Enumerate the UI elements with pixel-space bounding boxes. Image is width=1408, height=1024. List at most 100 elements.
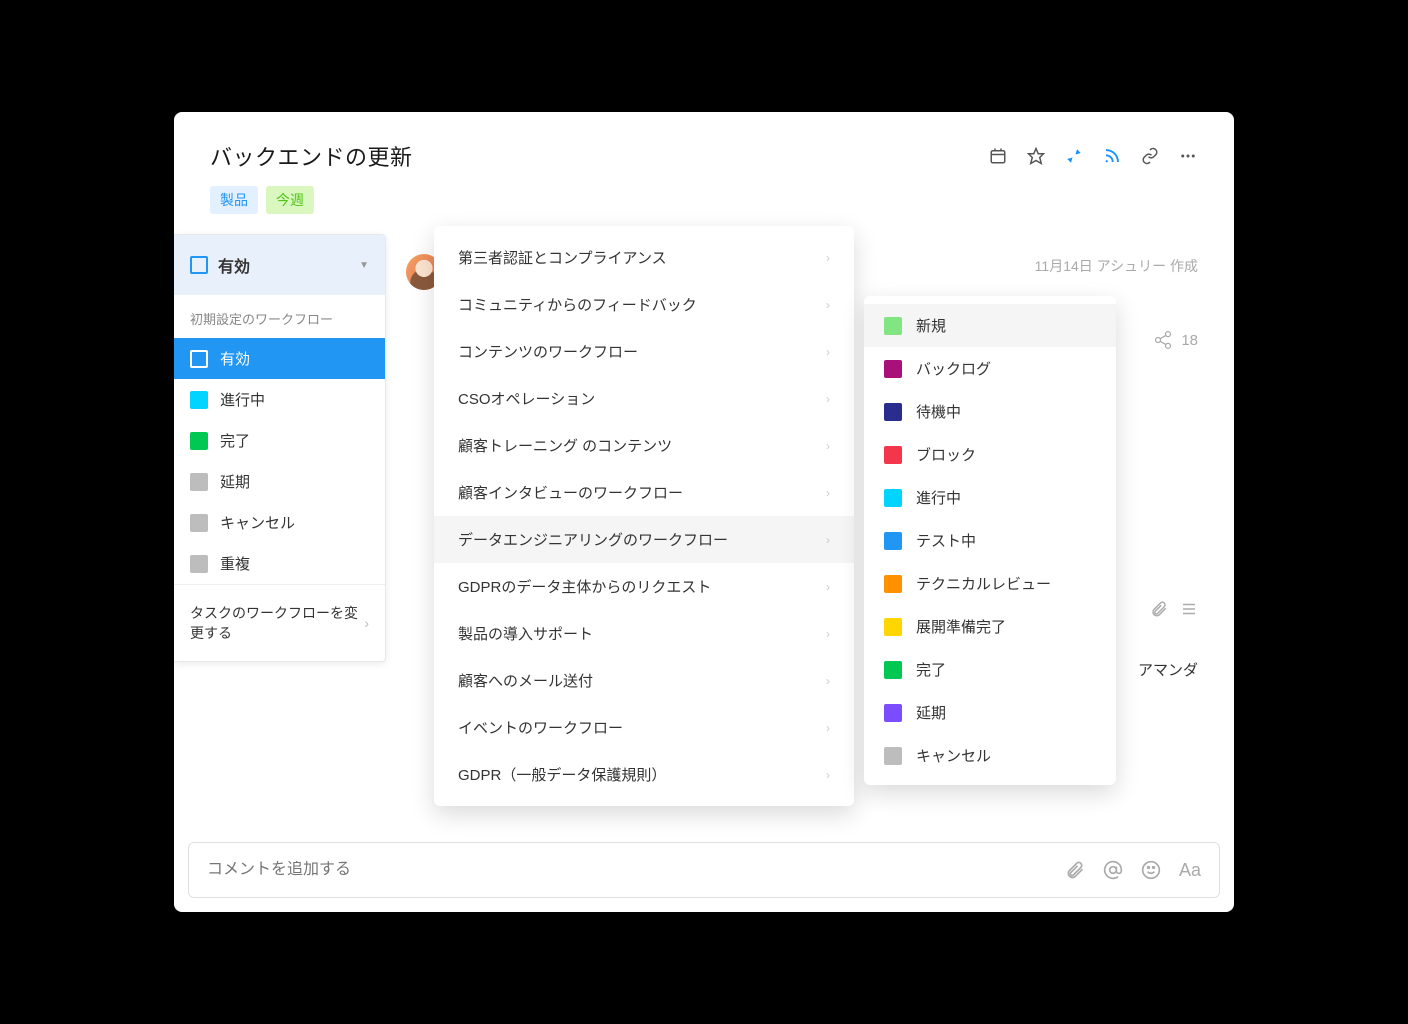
workflow-menu-item[interactable]: 顧客へのメール送付 › bbox=[434, 657, 854, 704]
content-area: 有効 ▼ 初期設定のワークフロー 有効進行中完了延期キャンセル重複 タスクのワー… bbox=[174, 234, 1234, 912]
assignee-name[interactable]: アマンダ bbox=[1138, 659, 1198, 680]
status-color-icon bbox=[884, 618, 902, 636]
comment-bar: Aa bbox=[188, 842, 1220, 898]
chevron-right-icon: › bbox=[826, 486, 830, 500]
status-submenu-item[interactable]: キャンセル bbox=[864, 734, 1116, 777]
calendar-icon[interactable] bbox=[988, 146, 1008, 166]
chevron-right-icon: › bbox=[826, 674, 830, 688]
status-submenu-item[interactable]: 展開準備完了 bbox=[864, 605, 1116, 648]
submenu-item-label: 進行中 bbox=[916, 487, 961, 508]
header: バックエンドの更新 製品 今週 bbox=[174, 112, 1234, 234]
status-submenu-item[interactable]: バックログ bbox=[864, 347, 1116, 390]
workflow-item-label: コミュニティからのフィードバック bbox=[458, 294, 697, 315]
workflow-menu-item[interactable]: 顧客インタビューのワークフロー› bbox=[434, 469, 854, 516]
workflow-item-label: 顧客トレーニング のコンテンツ bbox=[458, 435, 672, 456]
comment-icons: Aa bbox=[1065, 860, 1201, 881]
rss-icon[interactable] bbox=[1102, 146, 1122, 166]
chevron-right-icon: › bbox=[826, 298, 830, 312]
text-format-icon[interactable]: Aa bbox=[1179, 860, 1201, 881]
status-submenu-item[interactable]: 進行中 bbox=[864, 476, 1116, 519]
status-submenu: 新規バックログ待機中ブロック進行中テスト中テクニカルレビュー展開準備完了完了延期… bbox=[864, 296, 1116, 785]
status-submenu-item[interactable]: ブロック bbox=[864, 433, 1116, 476]
list-icon[interactable] bbox=[1180, 600, 1198, 618]
workflow-menu-item[interactable]: イベントのワークフロー› bbox=[434, 704, 854, 751]
status-color-icon bbox=[884, 446, 902, 464]
pin-icon[interactable] bbox=[1064, 146, 1084, 166]
status-item[interactable]: 重複 bbox=[174, 543, 385, 584]
workflow-menu-item[interactable]: コンテンツのワークフロー › bbox=[434, 328, 854, 375]
status-item[interactable]: 完了 bbox=[174, 420, 385, 461]
workflow-item-label: コンテンツのワークフロー bbox=[458, 341, 638, 362]
chevron-right-icon: › bbox=[826, 345, 830, 359]
status-color-icon bbox=[190, 555, 208, 573]
status-submenu-item[interactable]: 延期 bbox=[864, 691, 1116, 734]
workflow-item-label: 第三者認証とコンプライアンス bbox=[458, 247, 667, 268]
attach-icon[interactable] bbox=[1065, 860, 1085, 881]
status-checkbox-icon bbox=[190, 256, 208, 274]
tag-thisweek[interactable]: 今週 bbox=[266, 186, 314, 214]
status-item[interactable]: 延期 bbox=[174, 461, 385, 502]
submenu-item-label: バックログ bbox=[916, 358, 991, 379]
status-panel: 有効 ▼ 初期設定のワークフロー 有効進行中完了延期キャンセル重複 タスクのワー… bbox=[174, 234, 386, 662]
change-workflow-button[interactable]: タスクのワークフローを変更する › bbox=[174, 584, 385, 661]
chevron-right-icon: › bbox=[364, 615, 369, 631]
status-submenu-item[interactable]: テクニカルレビュー bbox=[864, 562, 1116, 605]
workflow-menu-item[interactable]: 第三者認証とコンプライアンス› bbox=[434, 234, 854, 281]
submenu-item-label: テスト中 bbox=[916, 530, 976, 551]
status-color-icon bbox=[884, 532, 902, 550]
submenu-item-label: テクニカルレビュー bbox=[916, 573, 1051, 594]
status-color-icon bbox=[884, 661, 902, 679]
side-icons bbox=[1150, 600, 1198, 618]
workflow-item-label: 顧客へのメール送付 bbox=[458, 670, 593, 691]
submenu-item-label: 待機中 bbox=[916, 401, 961, 422]
status-current-label: 有効 bbox=[218, 253, 349, 277]
workflow-menu-item[interactable]: CSOオペレーション › bbox=[434, 375, 854, 422]
status-item[interactable]: 進行中 bbox=[174, 379, 385, 420]
status-submenu-item[interactable]: 待機中 bbox=[864, 390, 1116, 433]
status-submenu-item[interactable]: 新規 bbox=[864, 304, 1116, 347]
submenu-item-label: 完了 bbox=[916, 659, 946, 680]
app-window: バックエンドの更新 製品 今週 有効 ▼ 初期設定のワークフロー 有効進行中完了… bbox=[174, 112, 1234, 912]
chevron-down-icon: ▼ bbox=[359, 260, 369, 271]
workflow-menu-item[interactable]: GDPRのデータ主体からのリクエスト› bbox=[434, 563, 854, 610]
status-submenu-item[interactable]: テスト中 bbox=[864, 519, 1116, 562]
submenu-item-label: 新規 bbox=[916, 315, 946, 336]
share-count[interactable]: 18 bbox=[1153, 330, 1198, 350]
workflow-menu-item[interactable]: GDPR（一般データ保護規則）› bbox=[434, 751, 854, 798]
status-item-label: 延期 bbox=[220, 471, 250, 492]
workflow-menu-item[interactable]: 製品の導入サポート› bbox=[434, 610, 854, 657]
workflow-item-label: 製品の導入サポート bbox=[458, 623, 593, 644]
tag-product[interactable]: 製品 bbox=[210, 186, 258, 214]
status-color-icon bbox=[884, 317, 902, 335]
attachment-icon[interactable] bbox=[1150, 600, 1168, 618]
chevron-right-icon: › bbox=[826, 533, 830, 547]
header-left: バックエンドの更新 製品 今週 bbox=[210, 140, 413, 214]
chevron-right-icon: › bbox=[826, 580, 830, 594]
status-color-icon bbox=[884, 489, 902, 507]
status-item[interactable]: 有効 bbox=[174, 338, 385, 379]
status-color-icon bbox=[884, 403, 902, 421]
comment-input[interactable] bbox=[207, 861, 1065, 879]
chevron-right-icon: › bbox=[826, 392, 830, 406]
more-icon[interactable] bbox=[1178, 146, 1198, 166]
status-item-label: 進行中 bbox=[220, 389, 265, 410]
status-color-icon bbox=[190, 391, 208, 409]
submenu-item-label: 延期 bbox=[916, 702, 946, 723]
status-dropdown-trigger[interactable]: 有効 ▼ bbox=[174, 235, 385, 295]
workflow-item-label: CSOオペレーション bbox=[458, 388, 595, 409]
mention-icon[interactable] bbox=[1103, 860, 1123, 881]
share-icon bbox=[1153, 330, 1173, 350]
chevron-right-icon: › bbox=[826, 721, 830, 735]
status-submenu-item[interactable]: 完了 bbox=[864, 648, 1116, 691]
header-actions bbox=[988, 146, 1198, 166]
workflow-menu-item[interactable]: 顧客トレーニング のコンテンツ› bbox=[434, 422, 854, 469]
link-icon[interactable] bbox=[1140, 146, 1160, 166]
workflow-menu-item[interactable]: データエンジニアリングのワークフロー› bbox=[434, 516, 854, 563]
status-color-icon bbox=[190, 350, 208, 368]
workflow-menu-item[interactable]: コミュニティからのフィードバック › bbox=[434, 281, 854, 328]
star-icon[interactable] bbox=[1026, 146, 1046, 166]
submenu-item-label: ブロック bbox=[916, 444, 976, 465]
emoji-icon[interactable] bbox=[1141, 860, 1161, 881]
status-item[interactable]: キャンセル bbox=[174, 502, 385, 543]
submenu-item-label: キャンセル bbox=[916, 745, 991, 766]
